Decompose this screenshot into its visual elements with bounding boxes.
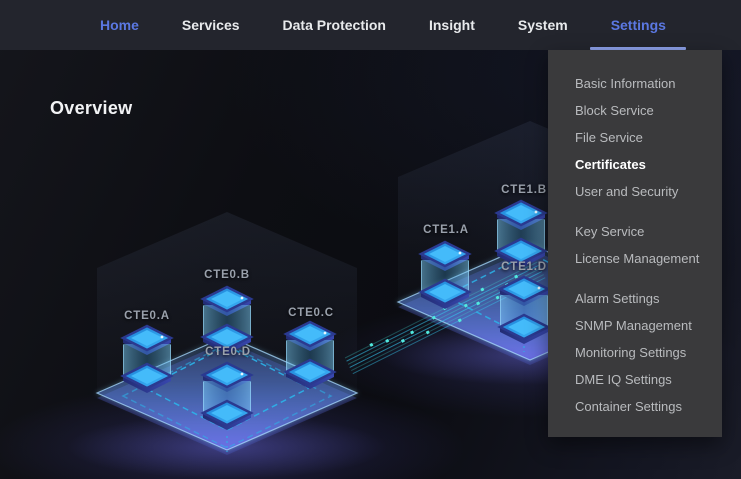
node-label-cte0b: CTE0.B	[204, 269, 250, 281]
nav-tab-settings[interactable]: Settings	[590, 0, 687, 50]
node-box-cte0c	[284, 320, 336, 391]
left-cluster-wall	[97, 212, 357, 393]
menu-item-certificates[interactable]: Certificates	[548, 151, 722, 178]
nav-tab-services-label: Services	[181, 17, 240, 33]
menu-item-alarm-settings[interactable]: Alarm Settings	[548, 285, 722, 312]
page-title: Overview	[50, 98, 133, 118]
node-box-cte1a	[419, 240, 471, 311]
node-box-cte0d	[201, 361, 253, 432]
settings-dropdown-menu: Basic Information Block Service File Ser…	[548, 50, 722, 437]
nav-tab-system-label: System	[517, 17, 568, 33]
menu-item-monitoring-settings[interactable]: Monitoring Settings	[548, 339, 722, 366]
data-beams	[344, 261, 546, 375]
node-label-cte0c: CTE0.C	[288, 307, 334, 319]
menu-item-file-service[interactable]: File Service	[548, 124, 722, 151]
nav-tab-insight[interactable]: Insight	[429, 0, 475, 50]
menu-group-services: Basic Information Block Service File Ser…	[548, 70, 722, 205]
nav-tab-home-label: Home	[100, 17, 139, 33]
top-navbar: Home Services Data Protection Insight Sy…	[0, 0, 741, 50]
nav-tab-settings-label: Settings	[610, 17, 666, 33]
node-label-cte0d: CTE0.D	[205, 346, 251, 358]
nav-tab-home[interactable]: Home	[100, 0, 139, 50]
node-box-cte1d	[498, 275, 550, 346]
menu-item-snmp-management[interactable]: SNMP Management	[548, 312, 722, 339]
menu-item-license-management[interactable]: License Management	[548, 245, 722, 272]
menu-item-block-service[interactable]: Block Service	[548, 97, 722, 124]
node-label-cte1b: CTE1.B	[501, 184, 547, 196]
app-window: CTE0.A CTE0.B CTE0.C CTE0.D CTE1.A CTE1.…	[0, 0, 741, 479]
node-box-cte0b	[201, 285, 253, 356]
nav-tab-insight-label: Insight	[428, 17, 475, 33]
nav-tab-system[interactable]: System	[518, 0, 568, 50]
node-label-cte1d: CTE1.D	[501, 261, 547, 273]
menu-group-keys-licenses: Key Service License Management	[548, 218, 722, 272]
menu-item-basic-information[interactable]: Basic Information	[548, 70, 722, 97]
menu-item-dme-iq-settings[interactable]: DME IQ Settings	[548, 366, 722, 393]
nav-tab-data-protection-label: Data Protection	[282, 17, 386, 33]
menu-item-key-service[interactable]: Key Service	[548, 218, 722, 245]
node-box-cte0a	[121, 324, 173, 395]
menu-group-monitoring: Alarm Settings SNMP Management Monitorin…	[548, 285, 722, 420]
nav-tab-data-protection[interactable]: Data Protection	[283, 0, 386, 50]
node-box-cte1b	[495, 199, 547, 270]
menu-item-container-settings[interactable]: Container Settings	[548, 393, 722, 420]
nav-tab-services[interactable]: Services	[182, 0, 240, 50]
menu-item-user-and-security[interactable]: User and Security	[548, 178, 722, 205]
node-label-cte0a: CTE0.A	[124, 310, 170, 322]
node-label-cte1a: CTE1.A	[423, 224, 469, 236]
